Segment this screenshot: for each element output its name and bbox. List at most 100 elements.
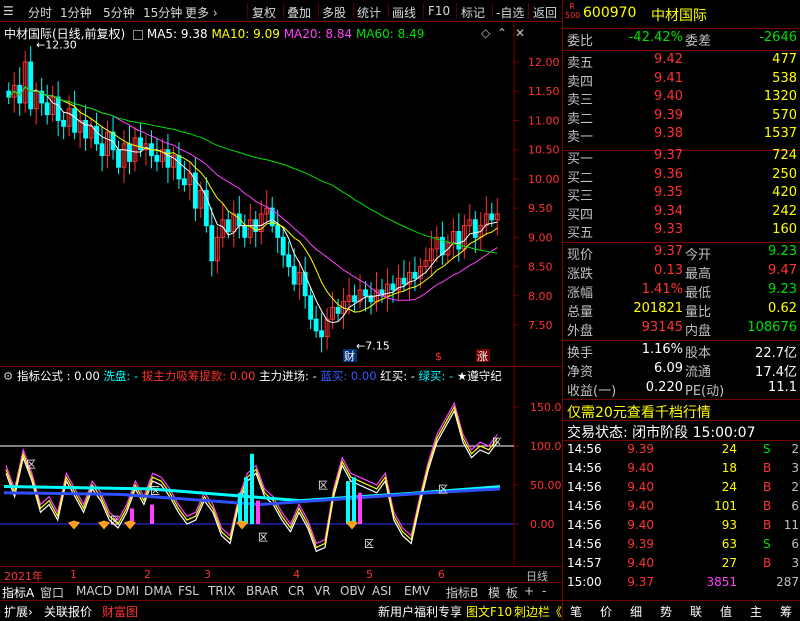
new-user-promo[interactable]: 新用户福利专享 [378, 603, 462, 620]
dividend-marker-icon[interactable]: $ [435, 350, 442, 363]
indicator-panel[interactable]: 150.00100.0050.000.00区区区区区区区区 ⚙ 指标公式 : 0… [0, 366, 562, 567]
tick-count: 3 [791, 556, 799, 570]
svg-text:9.50: 9.50 [528, 202, 553, 215]
lanmai-label: 蓝买: 0.00 [320, 369, 377, 383]
candle-body [286, 254, 292, 268]
candle-body [116, 149, 121, 168]
candle-body [456, 230, 462, 250]
f10-button[interactable]: F10 [428, 4, 450, 18]
tab-15min[interactable]: 15分钟 [143, 4, 182, 21]
extend-button[interactable]: 扩展› [4, 603, 33, 620]
tab-2[interactable]: MACD [76, 584, 112, 598]
tick-volume: 101 [714, 499, 737, 513]
zone-label: 区 [438, 484, 448, 496]
tick-count: 6 [791, 537, 799, 551]
tab-17[interactable]: - [542, 584, 546, 598]
tab-6[interactable]: TRIX [208, 584, 235, 598]
kline-panel[interactable]: 12.00 11.50 11.00 10.50 10.00 9.50 9.00 8.50 8.0… [0, 22, 562, 366]
menu-icon[interactable]: ☰ [3, 4, 14, 18]
gear-icon[interactable]: ⚙ [3, 369, 13, 383]
f10-text-button[interactable]: 图文F10 [466, 603, 512, 620]
biaoji-button[interactable]: 标记 [461, 4, 485, 21]
fuquan-button[interactable]: 复权 [252, 4, 276, 21]
tick-direction: S [763, 537, 771, 551]
buy-level-volume: 250 [772, 166, 797, 182]
tick-direction: B [763, 556, 772, 570]
tick-volume: 3851 [706, 575, 737, 589]
tab-7[interactable]: BRAR [246, 584, 279, 598]
tab-10[interactable]: OBV [340, 584, 366, 598]
tick-price: 9.39 [627, 537, 654, 551]
limit-up-marker-icon[interactable]: 涨 [477, 350, 488, 363]
tab-9[interactable]: VR [314, 584, 331, 598]
sell-level-row: 卖二 9.39 570 [567, 108, 799, 128]
tick-row: 14:56 9.40 24 B 2 [567, 480, 799, 500]
sell-level-price: 9.42 [654, 52, 683, 67]
stat-value: 0.13 [654, 263, 683, 278]
stat-label: 外盘 [567, 324, 594, 339]
settings-diamond-icon[interactable]: ◇ [481, 26, 490, 40]
related-quote-button[interactable]: 关联报价 [44, 603, 92, 620]
stat-label: 涨幅 [567, 286, 594, 301]
promo-link[interactable]: 仅需20元查看千档行情 [567, 402, 711, 422]
tab-16[interactable]: + [524, 584, 534, 598]
fanhui-button[interactable]: 返回 [533, 4, 557, 21]
tick-volume: 18 [721, 461, 737, 475]
collapse-icon[interactable] [133, 29, 144, 40]
sidebar-toggle[interactable]: 刺边栏《 [514, 603, 562, 620]
stat-value: 11.1 [768, 380, 797, 395]
tab-1[interactable]: 窗口 [40, 584, 64, 601]
tab-5[interactable]: FSL [178, 584, 199, 598]
tab-15[interactable]: 板 [506, 584, 518, 601]
tab-13[interactable]: 指标B [446, 584, 478, 601]
zixuan-button[interactable]: -自选 [496, 4, 524, 21]
stat-row: 涨幅 1.41% 最低 9.23 [567, 282, 799, 302]
tab-fenshi[interactable]: 分时 [28, 4, 52, 21]
buy-level-row: 买二 9.36 250 [567, 167, 799, 187]
weibi-row: 委比 -42.42% 委差 -2646 [567, 30, 797, 49]
tab-more[interactable]: 更多 › [185, 4, 218, 21]
sell-level-row: 卖五 9.42 477 [567, 52, 799, 72]
tick-time: 14:56 [567, 537, 602, 551]
candle-body [489, 213, 495, 221]
tick-row: 14:56 9.40 18 B 3 [567, 461, 799, 481]
tab-4[interactable]: DMA [144, 584, 172, 598]
wealth-chart-button[interactable]: 财富图 [102, 603, 138, 620]
svg-text:7.50: 7.50 [528, 319, 553, 332]
finance-marker-icon[interactable]: 财 [344, 349, 355, 363]
month-4: 4 [293, 568, 300, 581]
zone-label: 区 [110, 515, 120, 527]
ma10-label: MA10: 9.09 [211, 27, 280, 41]
tab-14[interactable]: 模 [488, 584, 500, 601]
xipan-label: 洗盘: - [103, 369, 139, 383]
huaxian-button[interactable]: 画线 [392, 4, 416, 21]
sell-level-label: 卖四 [567, 74, 594, 90]
tongji-button[interactable]: 统计 [357, 4, 381, 21]
tab-12[interactable]: EMV [404, 584, 430, 598]
tab-11[interactable]: ASI [372, 584, 391, 598]
diejia-button[interactable]: 叠加 [287, 4, 311, 21]
stat-label: PE(动) [685, 384, 725, 399]
tick-price: 9.40 [627, 461, 654, 475]
buy-level-row: 买五 9.33 160 [567, 222, 799, 242]
quote-panel: R 500 600970 中材国际 委比 -42.42% 委差 -2646 仅需2… [562, 0, 800, 620]
tick-time: 14:57 [567, 556, 602, 570]
tab-0[interactable]: 指标A [2, 584, 34, 601]
close-panel-icon[interactable]: ✕ [515, 26, 525, 40]
lvmai-label: 绿买: - [418, 369, 454, 383]
tab-8[interactable]: CR [288, 584, 305, 598]
stat-label: 换手 [567, 346, 594, 361]
tick-volume: 27 [721, 556, 737, 570]
zone-label: 区 [364, 538, 374, 550]
tab-5min[interactable]: 5分钟 [103, 4, 135, 21]
stat-row: 外盘 93145 内盘 108676 [567, 320, 799, 340]
expand-icon[interactable]: ⌃ [497, 26, 507, 40]
buy-level-label: 买一 [567, 152, 594, 167]
stat-label: 总量 [567, 305, 594, 320]
duogu-button[interactable]: 多股 [322, 4, 346, 21]
tab-1min[interactable]: 1分钟 [60, 4, 92, 21]
indicator-name[interactable]: 指标公式 : 0.00 [17, 369, 100, 383]
svg-text:12.00: 12.00 [528, 56, 560, 69]
tab-3[interactable]: DMI [116, 584, 139, 598]
tick-direction: S [763, 442, 771, 456]
